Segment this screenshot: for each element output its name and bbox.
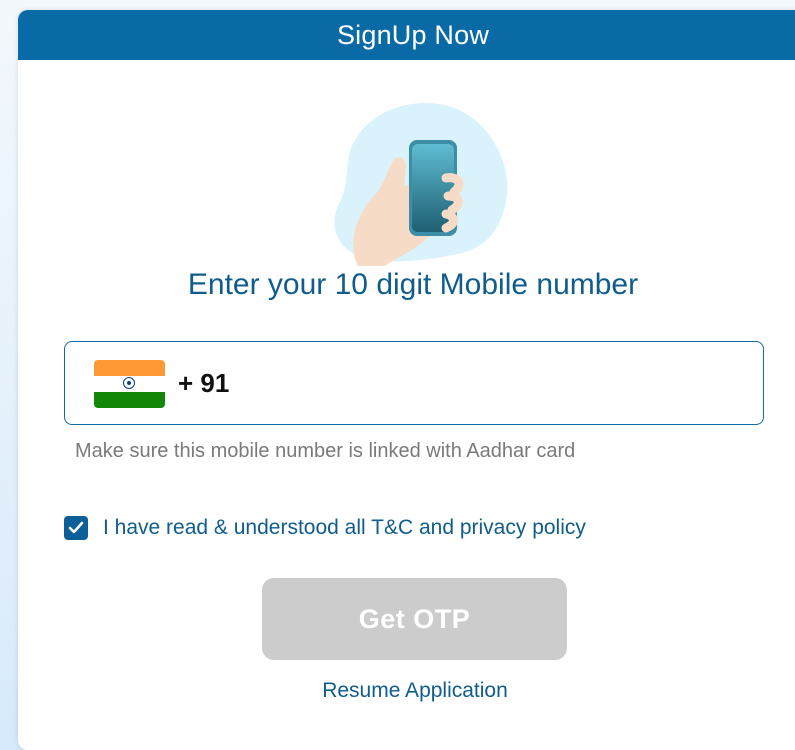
terms-checkbox[interactable] — [64, 516, 88, 540]
get-otp-button[interactable]: Get OTP — [262, 578, 567, 660]
checkmark-icon — [68, 521, 84, 534]
resume-application-link[interactable]: Resume Application — [18, 679, 795, 703]
signup-card: SignUp Now Enter your 10 digit Mobile nu… — [18, 10, 795, 750]
mobile-number-input[interactable] — [235, 362, 739, 408]
country-code: + 91 — [178, 368, 230, 398]
card-header: SignUp Now — [18, 10, 795, 60]
terms-row[interactable]: I have read & understood all T&C and pri… — [64, 516, 586, 540]
terms-label[interactable]: I have read & understood all T&C and pri… — [103, 516, 586, 540]
hand-holding-phone-icon — [318, 98, 508, 268]
aadhar-hint: Make sure this mobile number is linked w… — [75, 440, 576, 462]
mobile-number-field[interactable]: + 91 — [64, 341, 764, 425]
headline: Enter your 10 digit Mobile number — [187, 268, 639, 301]
india-flag-icon — [94, 360, 165, 408]
